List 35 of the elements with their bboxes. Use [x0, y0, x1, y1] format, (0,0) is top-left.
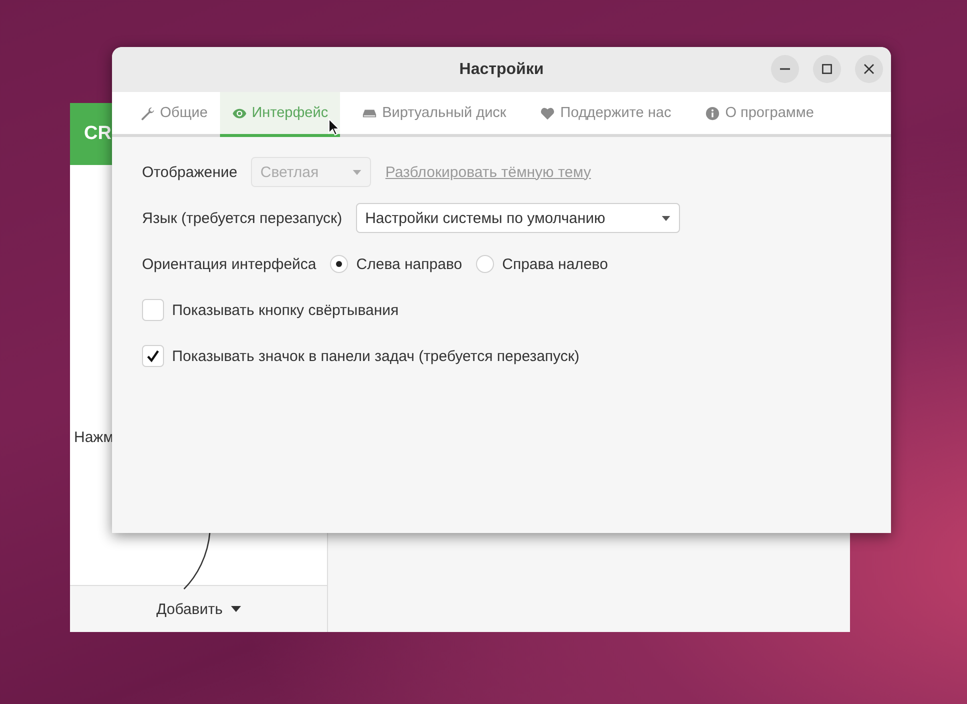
heart-icon — [540, 106, 556, 120]
checkbox[interactable] — [142, 345, 164, 367]
minimize-icon — [780, 68, 790, 70]
checkmark-icon — [146, 349, 160, 363]
checkbox-label[interactable]: Показывать значок в панели задач (требуется перезапуск) — [172, 348, 580, 364]
window-title: Настройки — [459, 60, 544, 78]
maximize-icon — [822, 64, 832, 74]
tab[interactable]: Интерфейс — [220, 92, 340, 137]
caret-icon — [230, 606, 241, 612]
unlock-link[interactable]: Разблокировать тёмную тему — [385, 164, 591, 180]
field-label: Язык (требуется перезапуск) — [142, 210, 342, 226]
caret-icon — [352, 170, 362, 174]
caret-icon — [661, 216, 672, 220]
tab[interactable]: Общие — [128, 92, 220, 137]
minimize-button[interactable] — [771, 55, 799, 83]
tab[interactable]: О программе — [693, 92, 826, 137]
close-icon — [864, 64, 874, 74]
checkbox-label[interactable]: Показывать кнопку свёртывания — [172, 302, 399, 318]
radio-button[interactable] — [330, 255, 348, 273]
info-icon — [705, 106, 720, 120]
dropdown[interactable]: Настройки системы по умолчанию — [356, 203, 680, 233]
radio-button[interactable] — [476, 255, 494, 273]
tab[interactable]: Поддержите нас — [528, 92, 684, 137]
connector-curve — [182, 531, 212, 591]
radio-label[interactable]: Слева направо — [356, 256, 462, 272]
close-button[interactable] — [855, 55, 883, 83]
tab[interactable]: Виртуальный диск — [350, 92, 518, 137]
field-label: Ориентация интерфейса — [142, 256, 316, 272]
field-label: Отображение — [142, 164, 238, 180]
wrench-icon — [140, 106, 155, 120]
sidebar-text: Нажм — [74, 429, 114, 446]
radio-label[interactable]: Справа налево — [502, 256, 608, 272]
header-text: CR — [84, 123, 112, 145]
maximize-button[interactable] — [813, 55, 841, 83]
checkbox[interactable] — [142, 299, 164, 321]
